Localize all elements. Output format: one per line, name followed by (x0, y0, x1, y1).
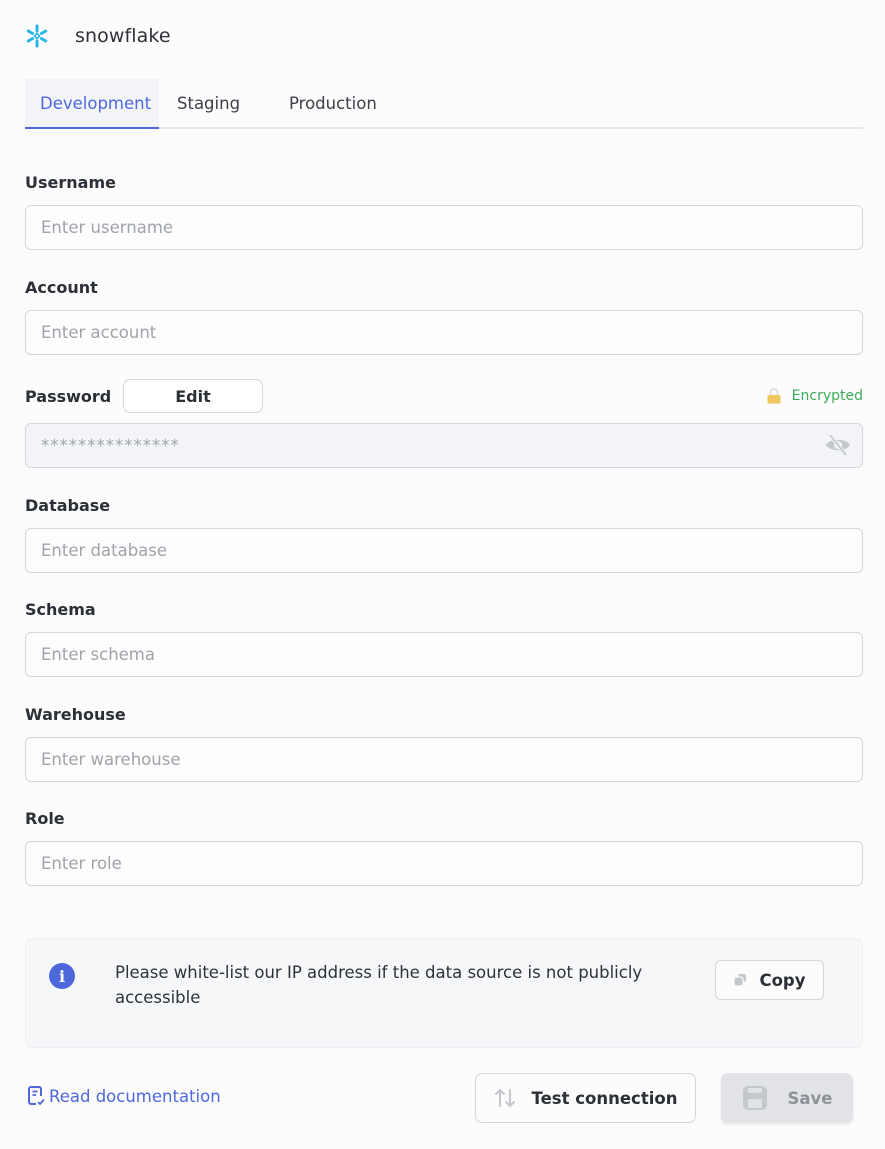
read-documentation-label: Read documentation (49, 1086, 221, 1106)
snowflake-logo-icon (26, 24, 48, 48)
username-input[interactable] (25, 205, 863, 250)
header: snowflake (25, 22, 171, 50)
password-label: Password (25, 387, 112, 406)
warehouse-input[interactable] (25, 737, 863, 782)
copy-ip-button[interactable]: Copy (715, 960, 824, 1000)
account-input[interactable] (25, 310, 863, 355)
environment-tabs: Development Staging Production (25, 79, 863, 129)
info-text: Please white-list our IP address if the … (115, 963, 643, 1007)
tab-development[interactable]: Development (25, 79, 159, 129)
save-label: Save (787, 1088, 833, 1108)
lock-icon (767, 388, 781, 404)
role-label: Role (25, 809, 65, 828)
floppy-disk-icon (742, 1086, 767, 1110)
schema-label: Schema (25, 600, 96, 619)
password-input (25, 423, 863, 468)
account-label: Account (25, 278, 98, 297)
copy-icon (733, 974, 747, 987)
tab-staging[interactable]: Staging (177, 79, 273, 127)
app-title: snowflake (75, 25, 171, 47)
save-button[interactable]: Save (721, 1073, 853, 1123)
username-label: Username (25, 173, 116, 192)
edit-password-button[interactable]: Edit (123, 379, 263, 413)
database-label: Database (25, 496, 111, 515)
arrows-up-down-icon (494, 1088, 515, 1108)
read-documentation-link[interactable]: Read documentation (28, 1086, 221, 1106)
database-input[interactable] (25, 528, 863, 573)
test-connection-label: Test connection (531, 1088, 678, 1108)
schema-input[interactable] (25, 632, 863, 677)
tab-production[interactable]: Production (289, 79, 377, 127)
copy-label: Copy (759, 970, 806, 990)
eye-off-icon[interactable] (824, 433, 852, 457)
warehouse-label: Warehouse (25, 705, 126, 724)
encrypted-label: Encrypted (791, 388, 863, 404)
encrypted-badge: Encrypted (767, 388, 863, 404)
ip-whitelist-notice: i Please white-list our IP address if th… (25, 938, 863, 1048)
test-connection-button[interactable]: Test connection (475, 1073, 696, 1123)
role-input[interactable] (25, 841, 863, 886)
document-check-icon (28, 1086, 45, 1106)
info-icon: i (49, 963, 75, 989)
